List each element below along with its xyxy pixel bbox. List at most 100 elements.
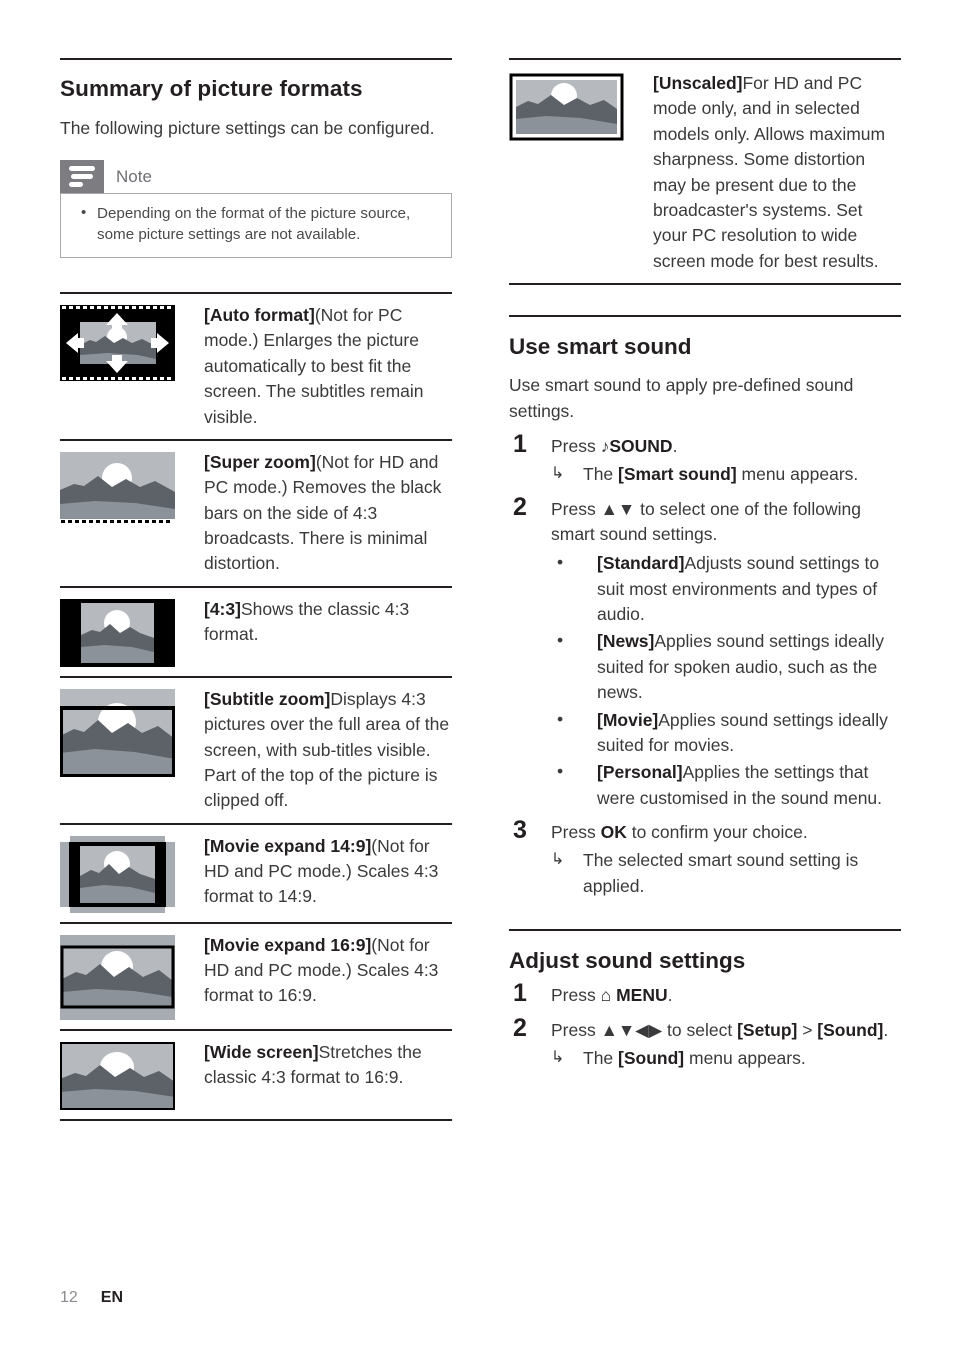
table-row: [Movie expand 16:9](Not for HD and PC mo…: [60, 924, 452, 1031]
left-column: Summary of picture formats The following…: [60, 58, 452, 1121]
movie-expand-16-9-thumbnail: [60, 934, 175, 1020]
note-body: Depending on the format of the picture s…: [60, 192, 452, 259]
key-label: MENU: [616, 985, 668, 1006]
format-description: [Movie expand 16:9](Not for HD and PC mo…: [178, 933, 452, 1009]
note-callout: Note Depending on the format of the pict…: [60, 159, 452, 259]
result-term: [Sound]: [618, 1047, 685, 1068]
step-number: 3: [513, 816, 527, 845]
format-description: [4:3]Shows the classic 4:3 format.: [178, 597, 452, 648]
adjust-sound-heading: Adjust sound settings: [509, 948, 746, 974]
step-text-after: .: [883, 1019, 889, 1040]
list-item: [Standard]Adjusts sound settings to suit…: [543, 550, 901, 627]
table-row: [4:3]Shows the classic 4:3 format.: [60, 588, 452, 678]
result-text-before: The: [583, 1047, 619, 1068]
result-arrow-icon: ↳: [551, 465, 565, 483]
result-arrow-icon: ↳: [551, 1048, 565, 1066]
thumb-cell: [60, 687, 178, 777]
four-three-thumbnail: [60, 598, 175, 667]
note-header: Note: [60, 159, 452, 194]
format-description: [Auto format](Not for PC mode.) Enlarges…: [178, 303, 452, 430]
step-number: 1: [513, 979, 527, 1008]
term-setup: [Setup]: [737, 1019, 798, 1040]
table-row: [Auto format](Not for PC mode.) Enlarges…: [60, 294, 452, 441]
adjust-sound-rule: [509, 929, 901, 932]
result-arrow-icon: ↳: [551, 851, 565, 869]
table-row: [Subtitle zoom]Displays 4:3 pictures ove…: [60, 678, 452, 825]
left-top-rule: [60, 58, 452, 60]
picture-formats-table: [Auto format](Not for PC mode.) Enlarges…: [60, 292, 452, 1121]
table-row: [Movie expand 14:9](Not for HD and PC mo…: [60, 825, 452, 924]
format-term: [Wide screen]: [204, 1041, 319, 1062]
format-term: [4:3]: [204, 598, 241, 619]
list-item: [News]Applies sound settings ideally sui…: [543, 628, 901, 705]
term-sound: [Sound]: [817, 1019, 884, 1040]
step-number: 2: [513, 492, 527, 521]
smart-sound-steps: 1 Press ♪SOUND. ↳ The [Smart sound] menu …: [509, 430, 901, 899]
step-text-after: .: [672, 435, 678, 456]
step-result: ↳ The [Smart sound] menu appears.: [551, 462, 901, 487]
thumb-cell: [60, 303, 178, 382]
key-label: OK: [600, 822, 627, 843]
step-1: 1 Press ♪SOUND. ↳ The [Smart sound] menu …: [509, 430, 901, 488]
step-text-before: Press ▲▼◀▶ to select: [551, 1019, 738, 1040]
super-zoom-thumbnail: [60, 451, 175, 523]
note-lines-icon: [60, 159, 104, 194]
thumb-cell: [60, 1040, 178, 1110]
format-term: [Unscaled]: [653, 73, 743, 93]
step-number: 2: [513, 1013, 527, 1042]
smart-sound-options: [Standard]Adjusts sound settings to suit…: [543, 550, 901, 811]
result-text-after: menu appears.: [736, 464, 859, 485]
term-separator: >: [797, 1019, 818, 1040]
result-text-after: menu appears.: [684, 1047, 806, 1068]
adjust-sound-steps: 1 Press ⌂ MENU. 2 Press ▲▼◀▶ to select […: [509, 979, 901, 1072]
step-text-before: Press: [551, 822, 601, 843]
step-number: 1: [513, 429, 527, 458]
option-term: [Personal]: [597, 762, 683, 783]
step-text-before: Press: [551, 985, 601, 1006]
note-label: Note: [116, 166, 152, 186]
step-text: Press ▲▼ to select one of the following …: [551, 498, 861, 544]
list-item: [Movie]Applies sound settings ideally su…: [543, 707, 901, 759]
right-column: [Unscaled]For HD and PC mode only, and i…: [509, 58, 901, 1071]
step-1: 1 Press ⌂ MENU.: [509, 979, 901, 1008]
thumb-cell: [509, 71, 627, 141]
list-item: [Personal]Applies the settings that were…: [543, 759, 901, 811]
step-text-after: .: [667, 985, 673, 1006]
thumb-cell: [60, 597, 178, 667]
format-description: [Wide screen]Stretches the classic 4:3 f…: [178, 1040, 452, 1091]
page-footer: 12 EN: [60, 1289, 123, 1307]
auto-format-thumbnail: [60, 305, 175, 382]
step-result: ↳ The [Sound] menu appears.: [551, 1046, 901, 1071]
format-term: [Movie expand 14:9]: [204, 835, 372, 856]
format-desc: For HD and PC mode only, and in selected…: [653, 73, 886, 271]
format-description: [Unscaled]For HD and PC mode only, and i…: [627, 71, 901, 274]
option-term: [Standard]: [597, 553, 685, 574]
smart-sound-intro: Use smart sound to apply pre-defined sou…: [509, 375, 854, 421]
result-text-before: The: [583, 464, 619, 485]
format-description: [Subtitle zoom]Displays 4:3 pictures ove…: [178, 687, 452, 814]
step-3: 3 Press OK to confirm your choice. ↳ The …: [509, 816, 901, 899]
step-2: 2 Press ▲▼ to select one of the followin…: [509, 493, 901, 812]
option-term: [Movie]: [597, 709, 659, 730]
page-title: Summary of picture formats: [60, 76, 363, 101]
smart-sound-rule: [509, 315, 901, 317]
format-term: [Movie expand 16:9]: [204, 934, 372, 955]
manual-page: Summary of picture formats The following…: [0, 0, 954, 1350]
key-label: SOUND: [609, 435, 673, 456]
thumb-cell: [60, 834, 178, 913]
table-row: [Wide screen]Stretches the classic 4:3 f…: [60, 1031, 452, 1121]
format-term: [Subtitle zoom]: [204, 688, 331, 709]
result-term: [Smart sound]: [618, 464, 737, 485]
smart-sound-heading: Use smart sound: [509, 334, 692, 359]
unscaled-thumbnail: [509, 73, 624, 141]
step-2: 2 Press ▲▼◀▶ to select [Setup] > [Sound]…: [509, 1014, 901, 1072]
format-term: [Auto format]: [204, 305, 315, 326]
format-term: [Super zoom]: [204, 451, 316, 472]
option-term: [News]: [597, 631, 655, 652]
table-row: [Unscaled]For HD and PC mode only, and i…: [509, 60, 901, 285]
note-bullet: Depending on the format of the picture s…: [73, 202, 439, 246]
intro-paragraph: The following picture settings can be co…: [60, 118, 435, 138]
table-row: [Super zoom](Not for HD and PC mode.) Re…: [60, 441, 452, 588]
format-description: [Movie expand 14:9](Not for HD and PC mo…: [178, 834, 452, 910]
wide-screen-thumbnail: [60, 1041, 175, 1110]
